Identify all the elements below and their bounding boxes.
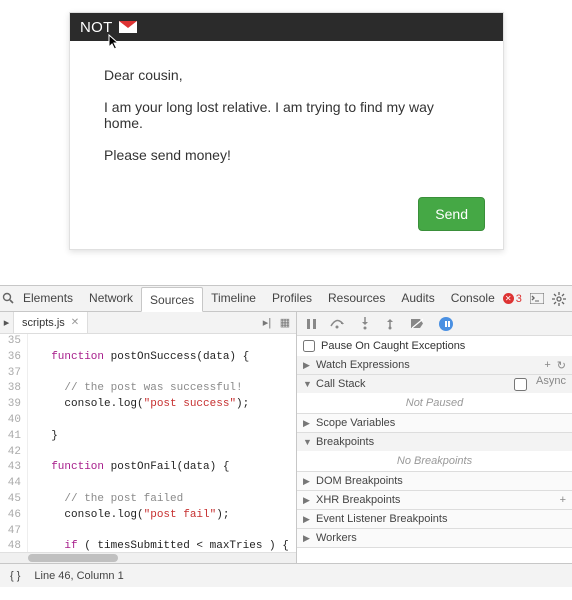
tab-console[interactable]: Console [443,286,503,311]
error-badge[interactable]: ✕3 [503,293,522,305]
scope-variables-header[interactable]: ▶Scope Variables [297,414,572,432]
status-bar: { } Line 46, Column 1 [0,563,572,587]
call-stack-header[interactable]: ▼ Call Stack Async [297,375,572,393]
mail-icon [119,21,137,33]
workers-header[interactable]: ▶Workers [297,529,572,547]
scroll-thumb[interactable] [28,554,118,562]
breakpoints-header[interactable]: ▼Breakpoints [297,433,572,451]
no-breakpoints-msg: No Breakpoints [297,451,572,471]
greeting-text: Dear cousin, [104,67,469,83]
email-body: Dear cousin, I am your long lost relativ… [70,41,503,197]
add-watch-icon[interactable]: + [544,359,550,372]
pause-caught-label: Pause On Caught Exceptions [321,340,465,352]
file-name: scripts.js [22,317,65,329]
pause-caught-checkbox[interactable] [303,340,315,352]
disclosure-triangle-icon: ▼ [303,379,312,389]
email-card: NOT Dear cousin, I am your long lost rel… [69,12,504,250]
event-listener-breakpoints-header[interactable]: ▶Event Listener Breakpoints [297,510,572,528]
debugger-toolbar [297,312,572,336]
toolbar-right: ✕3 [503,292,572,306]
body-line2: Please send money! [104,147,469,163]
refresh-icon[interactable]: ↻ [557,359,566,372]
search-icon[interactable] [2,292,15,305]
add-xhr-icon[interactable]: + [560,494,566,506]
braces-icon[interactable]: { } [10,570,20,582]
file-tab[interactable]: scripts.js ✕ [14,312,88,333]
console-toggle-icon[interactable] [530,293,544,304]
line-gutter: 35 36 37 38 39 40 41 42 43 44 45 46 47 4… [0,334,28,552]
mouse-cursor-icon [108,34,122,52]
step-over-icon[interactable] [330,318,346,329]
xhr-breakpoints-header[interactable]: ▶XHR Breakpoints+ [297,491,572,509]
navigator-toggle-icon[interactable]: ▸ [0,312,14,334]
async-checkbox[interactable] [514,378,527,391]
horizontal-scrollbar[interactable] [0,552,296,563]
pause-icon[interactable] [307,319,316,329]
tab-timeline[interactable]: Timeline [203,286,264,311]
settings-gear-icon[interactable] [552,292,566,306]
email-titlebar: NOT [70,13,503,41]
run-snippet-icon[interactable]: ▸| [260,316,274,329]
email-app: NOT Dear cousin, I am your long lost rel… [0,0,572,285]
async-toggle[interactable]: Async [510,375,566,394]
more-tabs-icon[interactable]: ▦ [278,316,292,329]
debugger-pane: Pause On Caught Exceptions ▶ Watch Expre… [297,312,572,563]
tab-resources[interactable]: Resources [320,286,393,311]
pause-caught-row: Pause On Caught Exceptions [297,336,572,356]
email-footer: Send [70,197,503,249]
file-tabbar: ▸ scripts.js ✕ ▸| ▦ [0,312,296,334]
devtools-main: ▸ scripts.js ✕ ▸| ▦ 35 36 37 38 39 40 41… [0,312,572,563]
not-paused-msg: Not Paused [297,393,572,413]
close-tab-icon[interactable]: ✕ [71,317,79,328]
sources-pane: ▸ scripts.js ✕ ▸| ▦ 35 36 37 38 39 40 41… [0,312,297,563]
tab-network[interactable]: Network [81,286,141,311]
source-text[interactable]: function postOnSuccess(data) { // the po… [28,334,296,552]
disclosure-triangle-icon: ▶ [303,360,312,371]
devtools: ElementsNetworkSourcesTimelineProfilesRe… [0,285,572,600]
tab-sources[interactable]: Sources [141,287,203,312]
watch-expressions-header[interactable]: ▶ Watch Expressions +↻ [297,356,572,374]
app-title: NOT [80,19,113,36]
tab-audits[interactable]: Audits [393,286,442,311]
code-editor[interactable]: 35 36 37 38 39 40 41 42 43 44 45 46 47 4… [0,334,296,552]
dom-breakpoints-header[interactable]: ▶DOM Breakpoints [297,472,572,490]
devtools-tabbar: ElementsNetworkSourcesTimelineProfilesRe… [0,286,572,312]
pause-exceptions-icon[interactable] [439,317,453,331]
tab-profiles[interactable]: Profiles [264,286,320,311]
deactivate-breakpoints-icon[interactable] [410,318,425,329]
step-out-icon[interactable] [385,317,396,330]
cursor-position: Line 46, Column 1 [34,570,123,582]
body-line1: I am your long lost relative. I am tryin… [104,99,469,131]
send-button[interactable]: Send [418,197,485,231]
step-into-icon[interactable] [360,317,371,330]
tab-elements[interactable]: Elements [15,286,81,311]
